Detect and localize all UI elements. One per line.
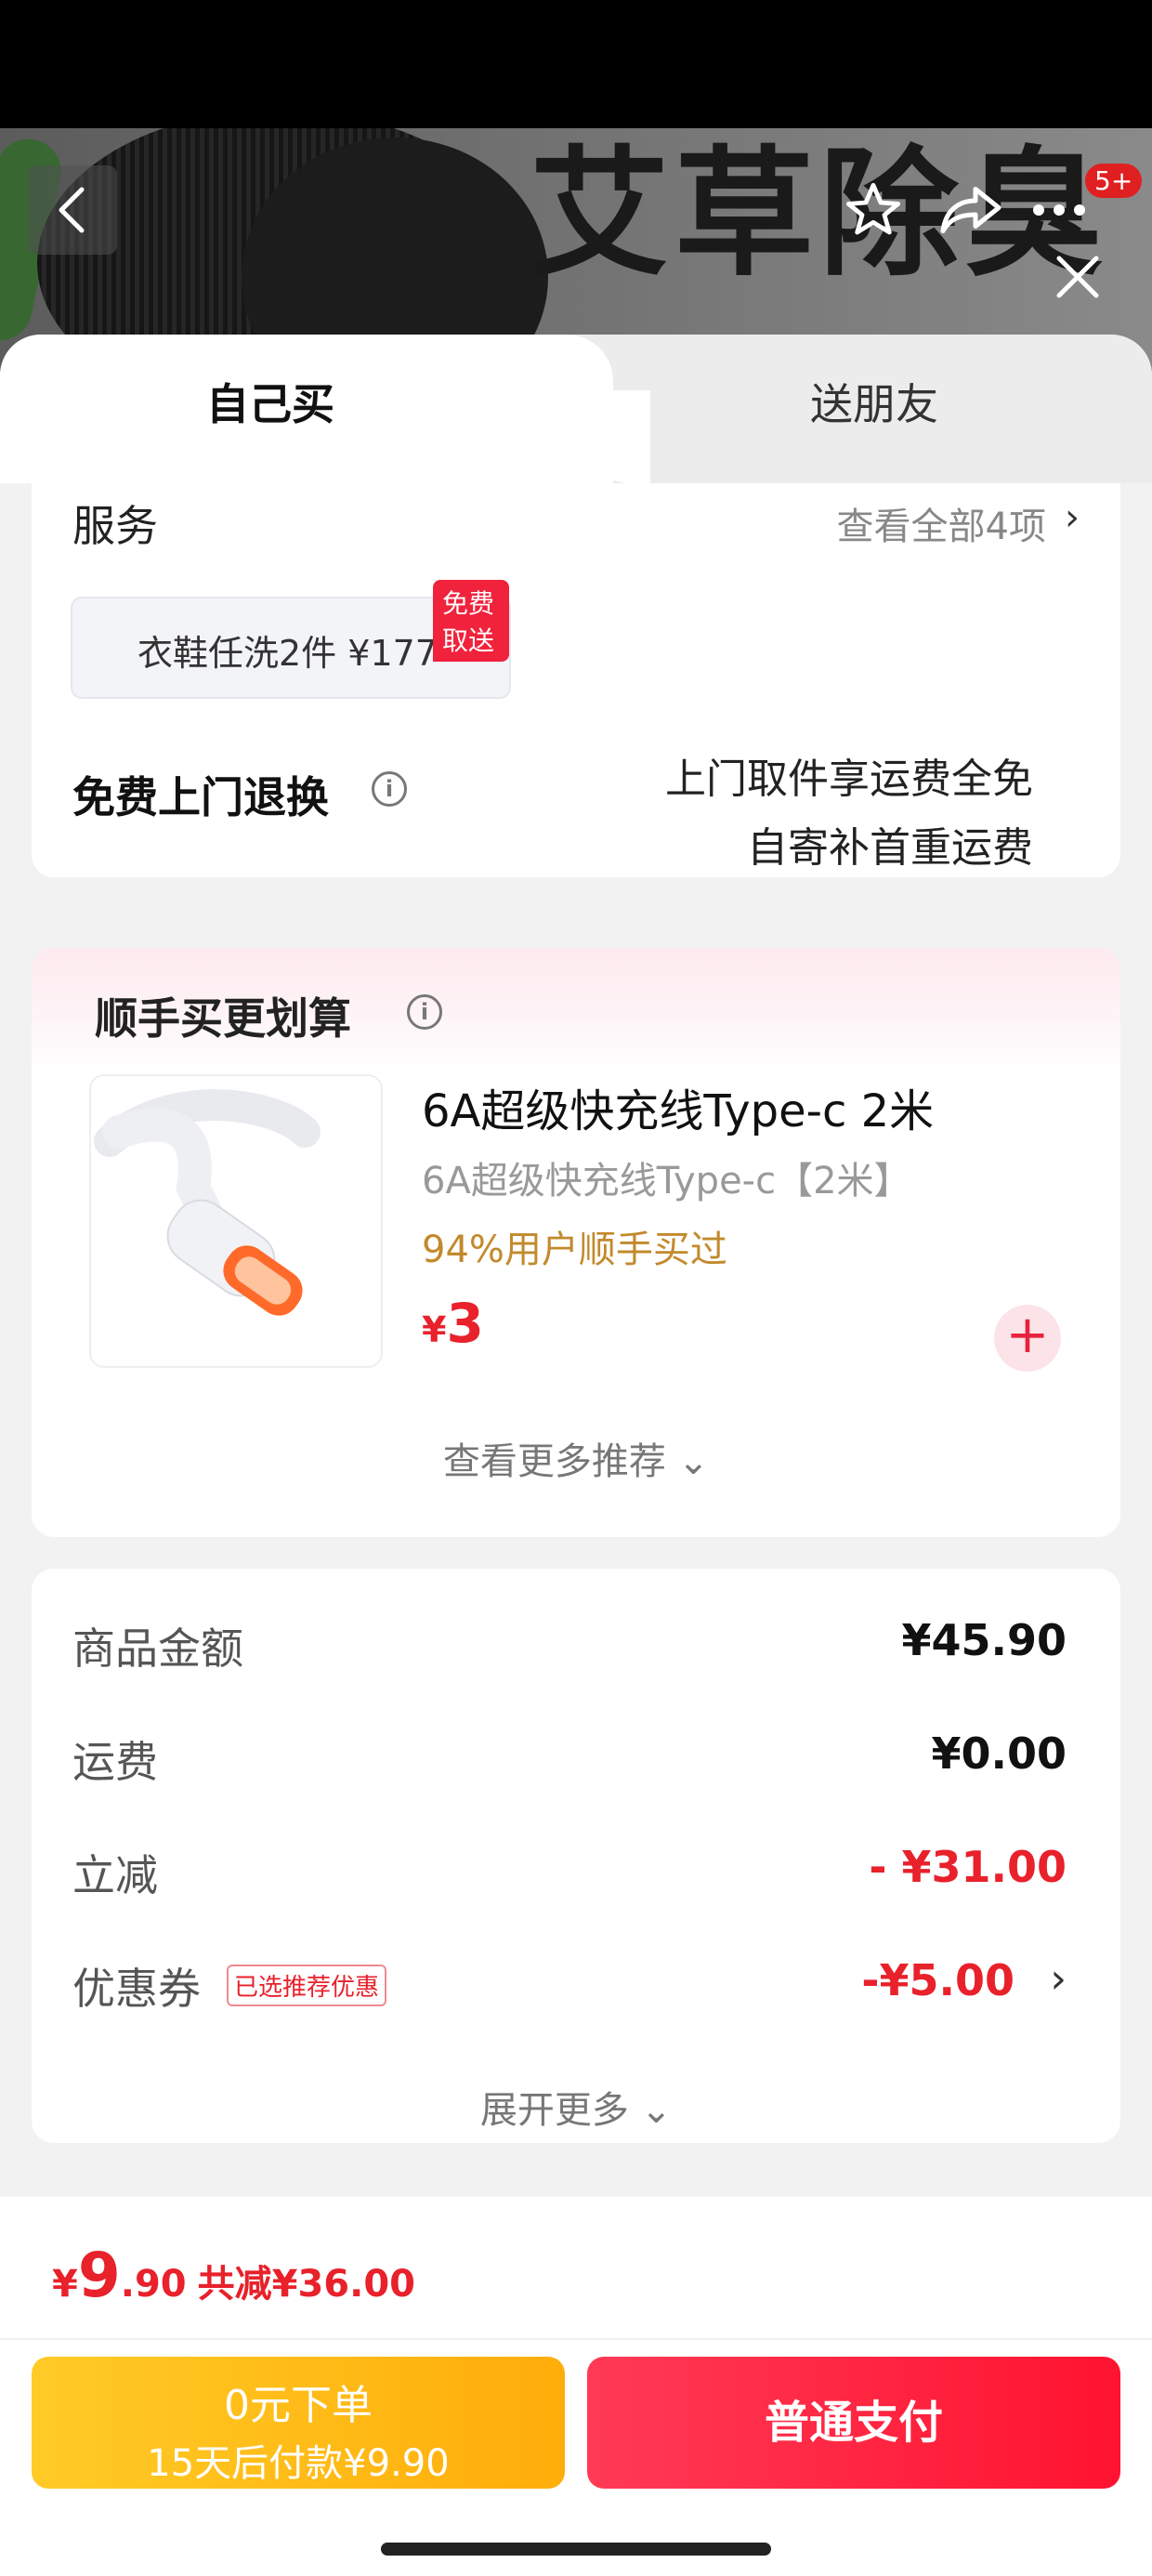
- shipping-value: ¥0.00: [931, 1728, 1067, 1779]
- coupon-row[interactable]: 优惠券 已选推荐优惠 -¥5.00 ›: [72, 1955, 1067, 2014]
- wash-service-option[interactable]: 衣鞋任洗2件 ¥177 免费取送: [71, 580, 511, 699]
- service-title: 服务: [72, 501, 158, 551]
- coupon-tag: 已选推荐优惠: [227, 1965, 387, 2006]
- product-price: ¥3: [422, 1292, 484, 1355]
- more-recommend-link[interactable]: 查看更多推荐 ⌄: [32, 1431, 1120, 1485]
- cable-product-image[interactable]: [89, 1074, 383, 1368]
- normal-pay-button[interactable]: 普通支付: [587, 2357, 1120, 2489]
- star-icon: [845, 182, 901, 235]
- share-icon: [940, 187, 1001, 233]
- chevron-down-icon: ⌄: [677, 1440, 710, 1483]
- home-indicator[interactable]: [381, 2543, 771, 2556]
- total-saved: 共减¥36.00: [197, 2263, 415, 2306]
- recommend-title: 顺手买更划算: [95, 993, 351, 1044]
- product-stat: 94%用户顺手买过: [422, 1229, 727, 1271]
- free-return-title: 免费上门退换: [72, 772, 329, 822]
- product-spec: 6A超级快充线Type-c【2米】: [422, 1160, 911, 1203]
- coupon-value: -¥5.00: [861, 1955, 1015, 2005]
- discount-value: - ¥31.00: [869, 1842, 1067, 1892]
- service-card: 服务 查看全部4项 › 衣鞋任洗2件 ¥177 免费取送 免费上门退换 i 上门…: [32, 483, 1120, 877]
- price-detail-card: 商品金额 ¥45.90 运费 ¥0.00 立减 - ¥31.00 优惠券 已选推…: [32, 1569, 1120, 2143]
- more-icon: [1033, 204, 1085, 216]
- total-price: ¥9.90 共减¥36.00: [52, 2240, 415, 2311]
- checkout-bar: ¥9.90 共减¥36.00 0元下单 15天后付款¥9.90 普通支付: [0, 2197, 1152, 2576]
- recommend-card: 顺手买更划算 i 6A超级快充线Type-c 2米 6A超级快充线Type-c【…: [32, 948, 1120, 1537]
- shipping-row: 运费 ¥0.00: [72, 1728, 1067, 1787]
- usb-cable-icon: [94, 1089, 321, 1316]
- free-pickup-badge: 免费取送: [433, 580, 509, 662]
- cart-count-badge: 5+: [1085, 164, 1143, 198]
- goods-amount-value: ¥45.90: [901, 1615, 1067, 1665]
- info-icon[interactable]: i: [372, 771, 407, 807]
- return-line-1: 上门取件享运费全免: [665, 756, 1033, 803]
- chevron-right-icon[interactable]: ›: [1065, 496, 1080, 539]
- tab-gift[interactable]: 送朋友: [810, 377, 938, 433]
- goods-amount-row: 商品金额 ¥45.90: [72, 1615, 1067, 1674]
- return-line-2: 自寄补首重运费: [747, 824, 1033, 872]
- recommend-info-icon[interactable]: i: [407, 994, 442, 1030]
- service-view-all[interactable]: 查看全部4项: [837, 496, 1046, 550]
- zero-yuan-order-button[interactable]: 0元下单 15天后付款¥9.90: [32, 2357, 565, 2489]
- zero-pay-line2: 15天后付款¥9.90: [147, 2442, 450, 2485]
- close-icon: [1056, 256, 1099, 298]
- discount-row: 立减 - ¥31.00: [72, 1842, 1067, 1900]
- goods-amount-label: 商品金额: [72, 1623, 243, 1674]
- tab-self[interactable]: 自己买: [206, 377, 334, 433]
- zero-pay-line1: 0元下单: [224, 2382, 373, 2429]
- shipping-label: 运费: [72, 1737, 158, 1787]
- share-button[interactable]: [929, 173, 1013, 247]
- product-name[interactable]: 6A超级快充线Type-c 2米: [422, 1074, 934, 1139]
- status-bar: [0, 0, 1152, 128]
- coupon-chevron-icon[interactable]: ›: [1050, 1955, 1067, 2003]
- add-product-button[interactable]: +: [994, 1305, 1061, 1372]
- close-button[interactable]: [1041, 240, 1115, 314]
- back-icon: [59, 187, 85, 233]
- chevron-down-icon: ⌄: [640, 2089, 673, 2132]
- plus-icon: +: [1005, 1305, 1050, 1365]
- coupon-label: 优惠券: [72, 1964, 201, 2014]
- back-button[interactable]: [28, 165, 117, 255]
- tab-bar: 自己买 送朋友: [0, 335, 1152, 483]
- expand-more-link[interactable]: 展开更多 ⌄: [32, 2080, 1120, 2134]
- discount-label: 立减: [72, 1850, 158, 1900]
- wash-service-label: 衣鞋任洗2件 ¥177: [137, 633, 438, 674]
- divider: [0, 2338, 1152, 2340]
- favorite-button[interactable]: [836, 173, 910, 247]
